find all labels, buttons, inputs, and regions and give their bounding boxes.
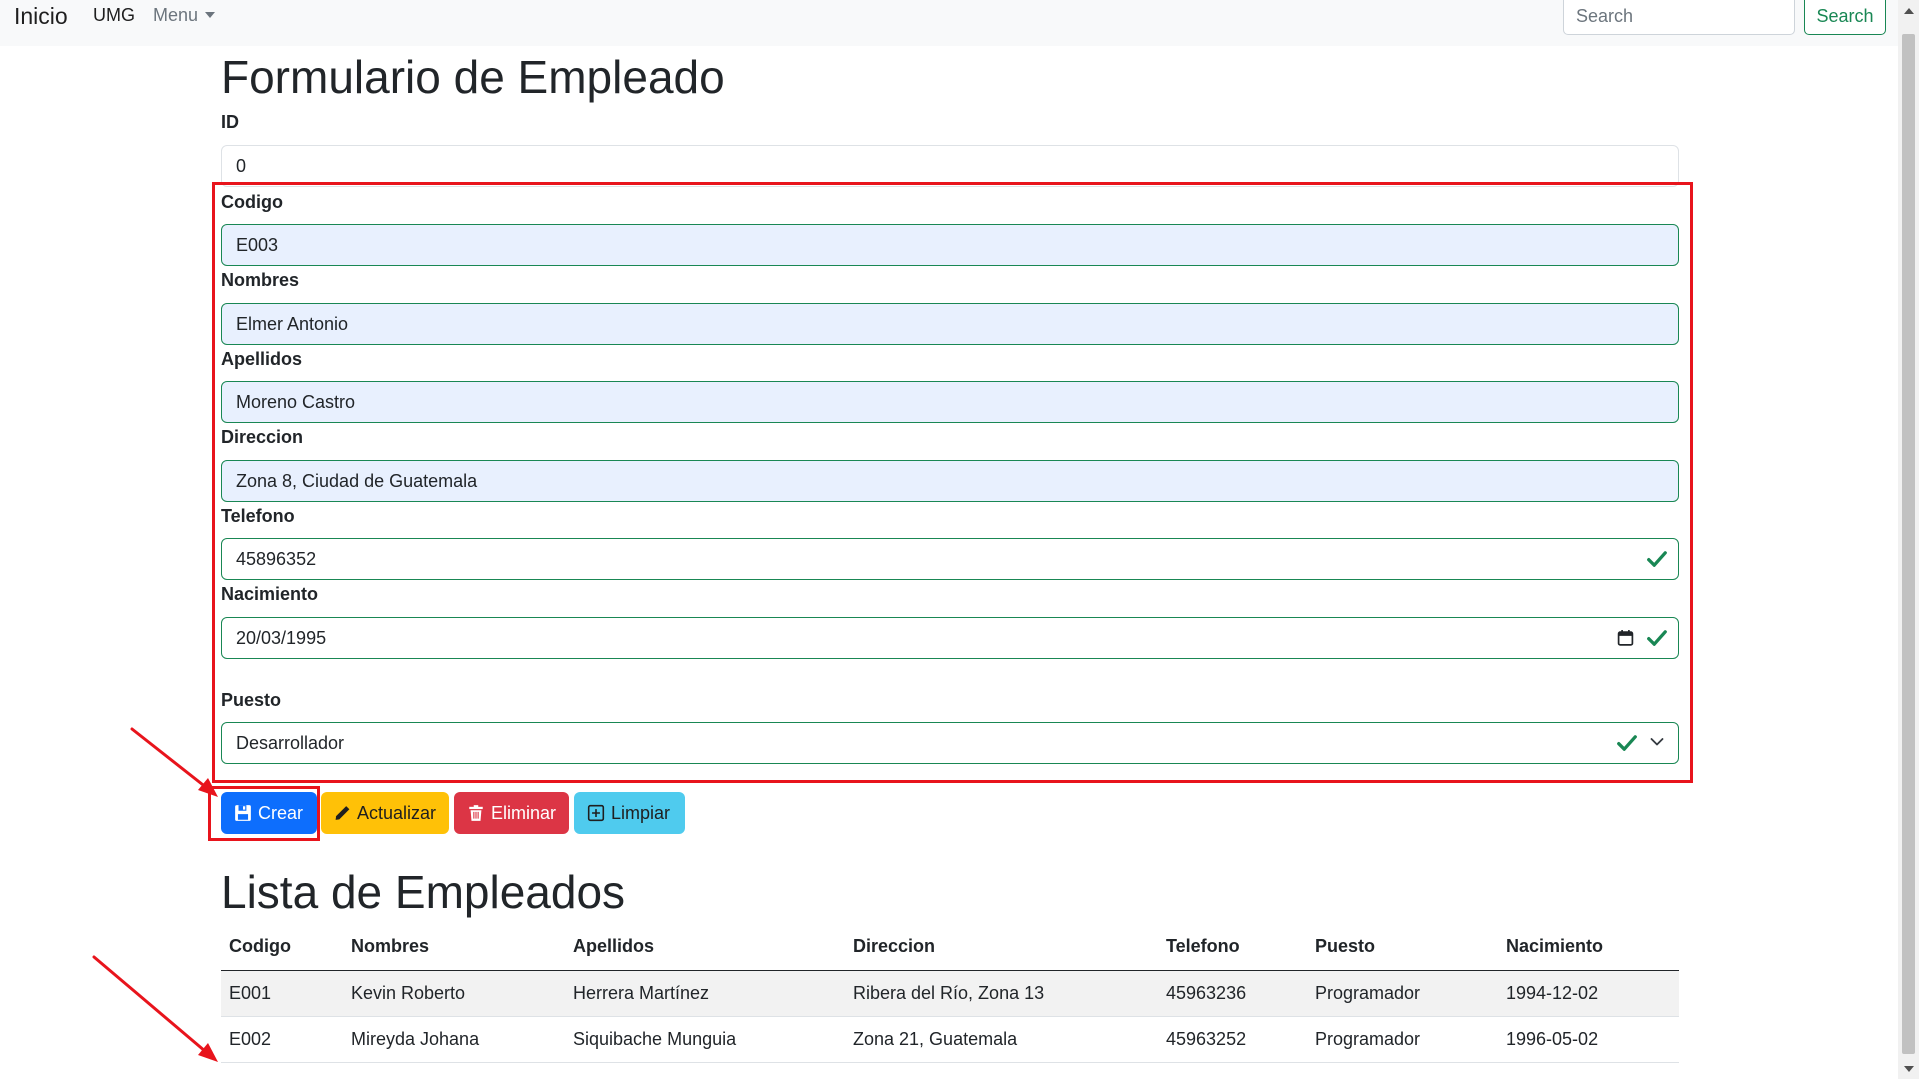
id-value: 0 [236, 156, 247, 176]
actualizar-label: Actualizar [356, 802, 436, 823]
annotation-highlight-crear [208, 786, 320, 841]
annotation-arrowhead [198, 1043, 218, 1062]
table-cell: 45963236 [1158, 970, 1307, 1017]
table-cell: Zona 21, Guatemala [845, 1016, 1158, 1063]
search-input[interactable] [1563, 0, 1795, 35]
caret-down-icon [205, 12, 216, 18]
table-header: Telefono [1158, 924, 1307, 971]
nav-link-umg[interactable]: UMG [93, 5, 135, 26]
table-header-row: Codigo Nombres Apellidos Direccion Telef… [221, 924, 1679, 971]
table-cell: 45963252 [1158, 1016, 1307, 1063]
table-cell: E002 [221, 1016, 343, 1063]
limpiar-label: Limpiar [611, 802, 671, 823]
table-header: Direccion [845, 924, 1158, 971]
scroll-up-arrow-icon[interactable] [1904, 8, 1914, 14]
table-cell: Kevin Roberto [343, 970, 565, 1017]
table-header: Apellidos [565, 924, 845, 971]
scrollbar-thumb[interactable] [1902, 34, 1915, 1054]
table-cell: Mireyda Johana [343, 1016, 565, 1063]
annotation-arrow [92, 955, 214, 1059]
table-header: Nombres [343, 924, 565, 971]
plus-square-icon [587, 804, 605, 822]
table-cell: Ribera del Río, Zona 13 [845, 970, 1158, 1017]
trash-icon [469, 805, 483, 821]
limpiar-button[interactable]: Limpiar [574, 792, 685, 834]
nav-dropdown-menu[interactable]: Menu [153, 5, 216, 26]
list-title: Lista de Empleados [221, 866, 626, 918]
eliminar-label: Eliminar [490, 802, 556, 823]
table-cell: E001 [221, 970, 343, 1017]
search-button[interactable]: Search [1804, 0, 1886, 35]
table-row[interactable]: E001 Kevin Roberto Herrera Martínez Ribe… [221, 970, 1679, 1017]
annotation-highlight-form [212, 182, 1693, 783]
annotation-arrow [130, 727, 214, 794]
label-id: ID [221, 112, 239, 132]
table-row[interactable]: E002 Mireyda Johana Siquibache Munguia Z… [221, 1016, 1679, 1063]
id-field[interactable]: 0 [221, 145, 1679, 187]
table-cell: 1994-12-02 [1498, 970, 1679, 1017]
table-header: Puesto [1307, 924, 1498, 971]
table-cell: Siquibache Munguia [565, 1016, 845, 1063]
nav-menu-label: Menu [153, 5, 199, 25]
employees-table: Codigo Nombres Apellidos Direccion Telef… [221, 924, 1679, 1063]
table-cell: Herrera Martínez [565, 970, 845, 1017]
eliminar-button[interactable]: Eliminar [454, 792, 569, 834]
pencil-icon [335, 806, 350, 820]
nav-brand[interactable]: Inicio [14, 3, 68, 30]
table-cell: Programador [1307, 1016, 1498, 1063]
table-header: Codigo [221, 924, 343, 971]
navbar: Inicio UMG Menu Search [0, 0, 1898, 46]
scrollbar[interactable] [1898, 0, 1919, 1079]
actualizar-button[interactable]: Actualizar [321, 792, 449, 834]
table-cell: Programador [1307, 970, 1498, 1017]
scroll-down-arrow-icon[interactable] [1904, 1066, 1914, 1072]
form-title: Formulario de Empleado [221, 51, 725, 103]
table-header: Nacimiento [1498, 924, 1679, 971]
table-cell: 1996-05-02 [1498, 1016, 1679, 1063]
